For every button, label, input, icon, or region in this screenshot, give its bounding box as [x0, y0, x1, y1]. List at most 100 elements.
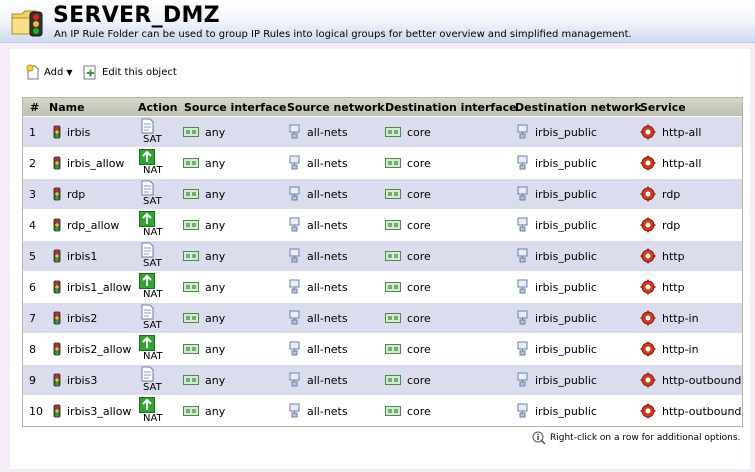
col-source-network[interactable]: Source network [287, 101, 385, 114]
destination-network[interactable]: irbis_public [517, 179, 597, 209]
source-network-text: all-nets [307, 218, 348, 232]
network-host-icon [517, 155, 528, 170]
service[interactable]: http-outbound [640, 396, 741, 426]
destination-network[interactable]: irbis_public [517, 241, 597, 271]
service[interactable]: rdp [640, 210, 680, 240]
col-source-interface[interactable]: Source interface [184, 101, 286, 114]
interface-card-icon [183, 158, 199, 168]
source-interface[interactable]: any [183, 303, 225, 333]
table-row[interactable]: 10 irbis3_allow NAT any all-nets core irbis_pu… [23, 395, 742, 426]
table-row[interactable]: 4 rdp_allow NAT any all-nets core irbis_public… [23, 209, 742, 240]
service[interactable]: rdp [640, 179, 680, 209]
source-network[interactable]: all-nets [289, 241, 348, 271]
rule-action[interactable]: NAT [138, 210, 168, 240]
source-interface[interactable]: any [183, 334, 225, 364]
source-interface[interactable]: any [183, 272, 225, 302]
service-text: http-in [662, 311, 699, 325]
rule-action[interactable]: NAT [138, 272, 168, 302]
table-row[interactable]: 7 irbis2 SAT any all-nets core irbis_public htt… [23, 302, 742, 333]
source-interface[interactable]: any [183, 117, 225, 147]
rule-name[interactable]: irbis2 [53, 303, 97, 333]
source-network[interactable]: all-nets [289, 272, 348, 302]
rule-name[interactable]: irbis2_allow [53, 334, 131, 364]
destination-network[interactable]: irbis_public [517, 303, 597, 333]
rule-name[interactable]: rdp_allow [53, 210, 119, 240]
service[interactable]: http [640, 241, 685, 271]
destination-interface[interactable]: core [385, 396, 431, 426]
source-network[interactable]: all-nets [289, 148, 348, 178]
service[interactable]: http [640, 272, 685, 302]
destination-network[interactable]: irbis_public [517, 334, 597, 364]
table-row[interactable]: 1 irbis SAT any all-nets core irbis_public http… [23, 116, 742, 147]
rule-name[interactable]: irbis [53, 117, 90, 147]
source-interface[interactable]: any [183, 148, 225, 178]
col-destination-network[interactable]: Destination network [515, 101, 642, 114]
source-interface[interactable]: any [183, 365, 225, 395]
rule-action[interactable]: NAT [138, 396, 168, 426]
rule-name[interactable]: rdp [53, 179, 85, 209]
col-action[interactable]: Action [138, 101, 177, 114]
service[interactable]: http-all [640, 117, 701, 147]
rule-name[interactable]: irbis3_allow [53, 396, 131, 426]
destination-network-text: irbis_public [535, 125, 597, 139]
destination-interface[interactable]: core [385, 272, 431, 302]
interface-card-icon [183, 282, 199, 292]
destination-interface[interactable]: core [385, 334, 431, 364]
source-network[interactable]: all-nets [289, 179, 348, 209]
col-name[interactable]: Name [49, 101, 85, 114]
table-row[interactable]: 2 irbis_allow NAT any all-nets core irbis_publ… [23, 147, 742, 178]
rule-name[interactable]: irbis3 [53, 365, 97, 395]
rule-action[interactable]: NAT [138, 148, 168, 178]
source-network[interactable]: all-nets [289, 117, 348, 147]
rule-action[interactable]: SAT [138, 117, 168, 147]
source-interface-text: any [205, 125, 226, 139]
service[interactable]: http-outbound [640, 365, 741, 395]
destination-network[interactable]: irbis_public [517, 117, 597, 147]
destination-interface[interactable]: core [385, 303, 431, 333]
edit-object-button[interactable]: Edit this object [82, 64, 177, 80]
destination-interface[interactable]: core [385, 365, 431, 395]
destination-network[interactable]: irbis_public [517, 210, 597, 240]
source-interface[interactable]: any [183, 179, 225, 209]
interface-card-icon [183, 406, 199, 416]
col-number[interactable]: # [30, 101, 39, 114]
source-interface[interactable]: any [183, 396, 225, 426]
col-service[interactable]: Service [640, 101, 686, 114]
add-button[interactable]: Add ▼ [26, 64, 73, 80]
source-interface[interactable]: any [183, 210, 225, 240]
rule-name[interactable]: irbis_allow [53, 148, 124, 178]
rule-action[interactable]: SAT [138, 303, 168, 333]
destination-network[interactable]: irbis_public [517, 365, 597, 395]
service[interactable]: http-in [640, 303, 699, 333]
source-interface[interactable]: any [183, 241, 225, 271]
destination-network[interactable]: irbis_public [517, 272, 597, 302]
network-host-icon [517, 310, 528, 325]
table-row[interactable]: 5 irbis1 SAT any all-nets core irbis_public htt… [23, 240, 742, 271]
rule-action[interactable]: SAT [138, 179, 168, 209]
destination-interface[interactable]: core [385, 210, 431, 240]
destination-interface[interactable]: core [385, 117, 431, 147]
rule-name[interactable]: irbis1 [53, 241, 97, 271]
source-network[interactable]: all-nets [289, 303, 348, 333]
source-network[interactable]: all-nets [289, 396, 348, 426]
service[interactable]: http-in [640, 334, 699, 364]
rule-action[interactable]: NAT [138, 334, 168, 364]
network-host-icon [517, 248, 528, 263]
col-destination-interface[interactable]: Destination interface [385, 101, 517, 114]
destination-interface[interactable]: core [385, 148, 431, 178]
table-row[interactable]: 6 irbis1_allow NAT any all-nets core irbis_pub… [23, 271, 742, 302]
table-row[interactable]: 8 irbis2_allow NAT any all-nets core irbis_pub… [23, 333, 742, 364]
destination-network[interactable]: irbis_public [517, 148, 597, 178]
rule-name[interactable]: irbis1_allow [53, 272, 131, 302]
source-network[interactable]: all-nets [289, 210, 348, 240]
destination-interface[interactable]: core [385, 179, 431, 209]
rule-action[interactable]: SAT [138, 241, 168, 271]
service[interactable]: http-all [640, 148, 701, 178]
destination-interface[interactable]: core [385, 241, 431, 271]
rule-action[interactable]: SAT [138, 365, 168, 395]
table-row[interactable]: 9 irbis3 SAT any all-nets core irbis_public htt… [23, 364, 742, 395]
source-network[interactable]: all-nets [289, 334, 348, 364]
destination-network[interactable]: irbis_public [517, 396, 597, 426]
table-row[interactable]: 3 rdp SAT any all-nets core irbis_public rdp [23, 178, 742, 209]
source-network[interactable]: all-nets [289, 365, 348, 395]
